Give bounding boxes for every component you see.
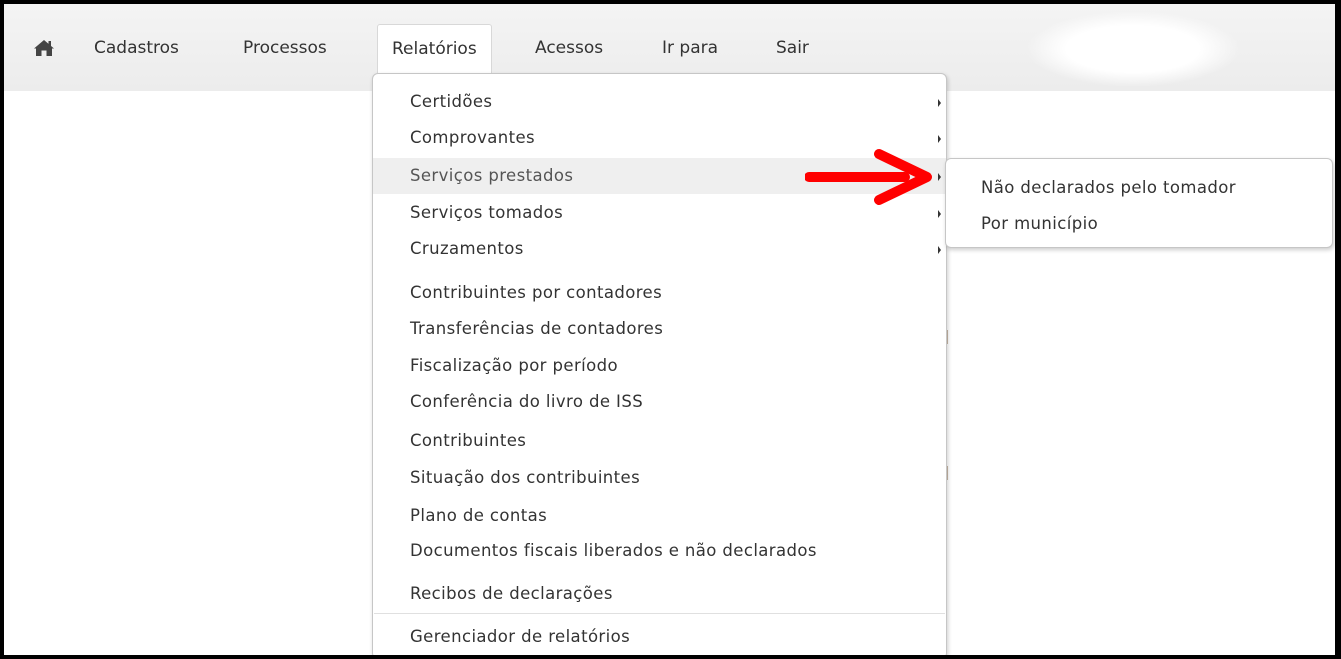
- header-glow: [1028, 12, 1238, 86]
- nav-relatorios[interactable]: Relatórios: [377, 24, 492, 73]
- menu-item-situacao-dos-contribuintes[interactable]: Situação dos contribuintes: [373, 460, 946, 496]
- nav-cadastros[interactable]: Cadastros: [80, 24, 193, 72]
- nav-acessos[interactable]: Acessos: [521, 24, 617, 72]
- home-icon[interactable]: [33, 39, 55, 57]
- submenu-caret-icon: [938, 135, 941, 143]
- menu-divider: [374, 613, 945, 614]
- menu-item-conferencia-livro-iss[interactable]: Conferência do livro de ISS: [373, 384, 946, 420]
- nav-processos[interactable]: Processos: [229, 24, 341, 72]
- menu-item-label: Cruzamentos: [410, 239, 524, 258]
- submenu-caret-icon: [938, 246, 941, 254]
- servicos-prestados-submenu: Não declarados pelo tomador Por municípi…: [945, 158, 1333, 248]
- menu-item-contribuintes[interactable]: Contribuintes: [373, 423, 946, 459]
- submenu-caret-icon: [938, 173, 941, 181]
- menu-item-label: Serviços tomados: [410, 203, 564, 222]
- submenu-caret-icon: [938, 99, 941, 107]
- menu-item-cruzamentos[interactable]: Cruzamentos: [373, 231, 946, 267]
- nav-ir-para[interactable]: Ir para: [648, 24, 732, 72]
- submenu-item-por-municipio[interactable]: Por município: [946, 207, 1332, 241]
- menu-item-fiscalizacao-por-periodo[interactable]: Fiscalização por período: [373, 348, 946, 384]
- menu-item-contribuintes-por-contadores[interactable]: Contribuintes por contadores: [373, 275, 946, 311]
- menu-item-transferencias-de-contadores[interactable]: Transferências de contadores: [373, 311, 946, 347]
- menu-item-label: Certidões: [410, 92, 493, 111]
- submenu-caret-icon: [938, 210, 941, 218]
- menu-item-plano-de-contas[interactable]: Plano de contas: [373, 498, 946, 534]
- menu-item-documentos-fiscais[interactable]: Documentos fiscais liberados e não decla…: [373, 533, 946, 569]
- menu-item-gerenciador-de-relatorios[interactable]: Gerenciador de relatórios: [373, 619, 946, 655]
- red-arrow-annotation-icon: [805, 149, 932, 205]
- menu-item-label: Serviços prestados: [410, 166, 574, 185]
- menu-item-recibos-de-declaracoes[interactable]: Recibos de declarações: [373, 576, 946, 612]
- menu-item-label: Comprovantes: [410, 128, 536, 147]
- nav-sair[interactable]: Sair: [762, 24, 823, 72]
- menu-item-certidoes[interactable]: Certidões: [373, 84, 946, 120]
- screenshot-frame: Cadastros Processos Relatórios Acessos I…: [4, 4, 1335, 655]
- submenu-item-nao-declarados-pelo-tomador[interactable]: Não declarados pelo tomador: [946, 171, 1332, 205]
